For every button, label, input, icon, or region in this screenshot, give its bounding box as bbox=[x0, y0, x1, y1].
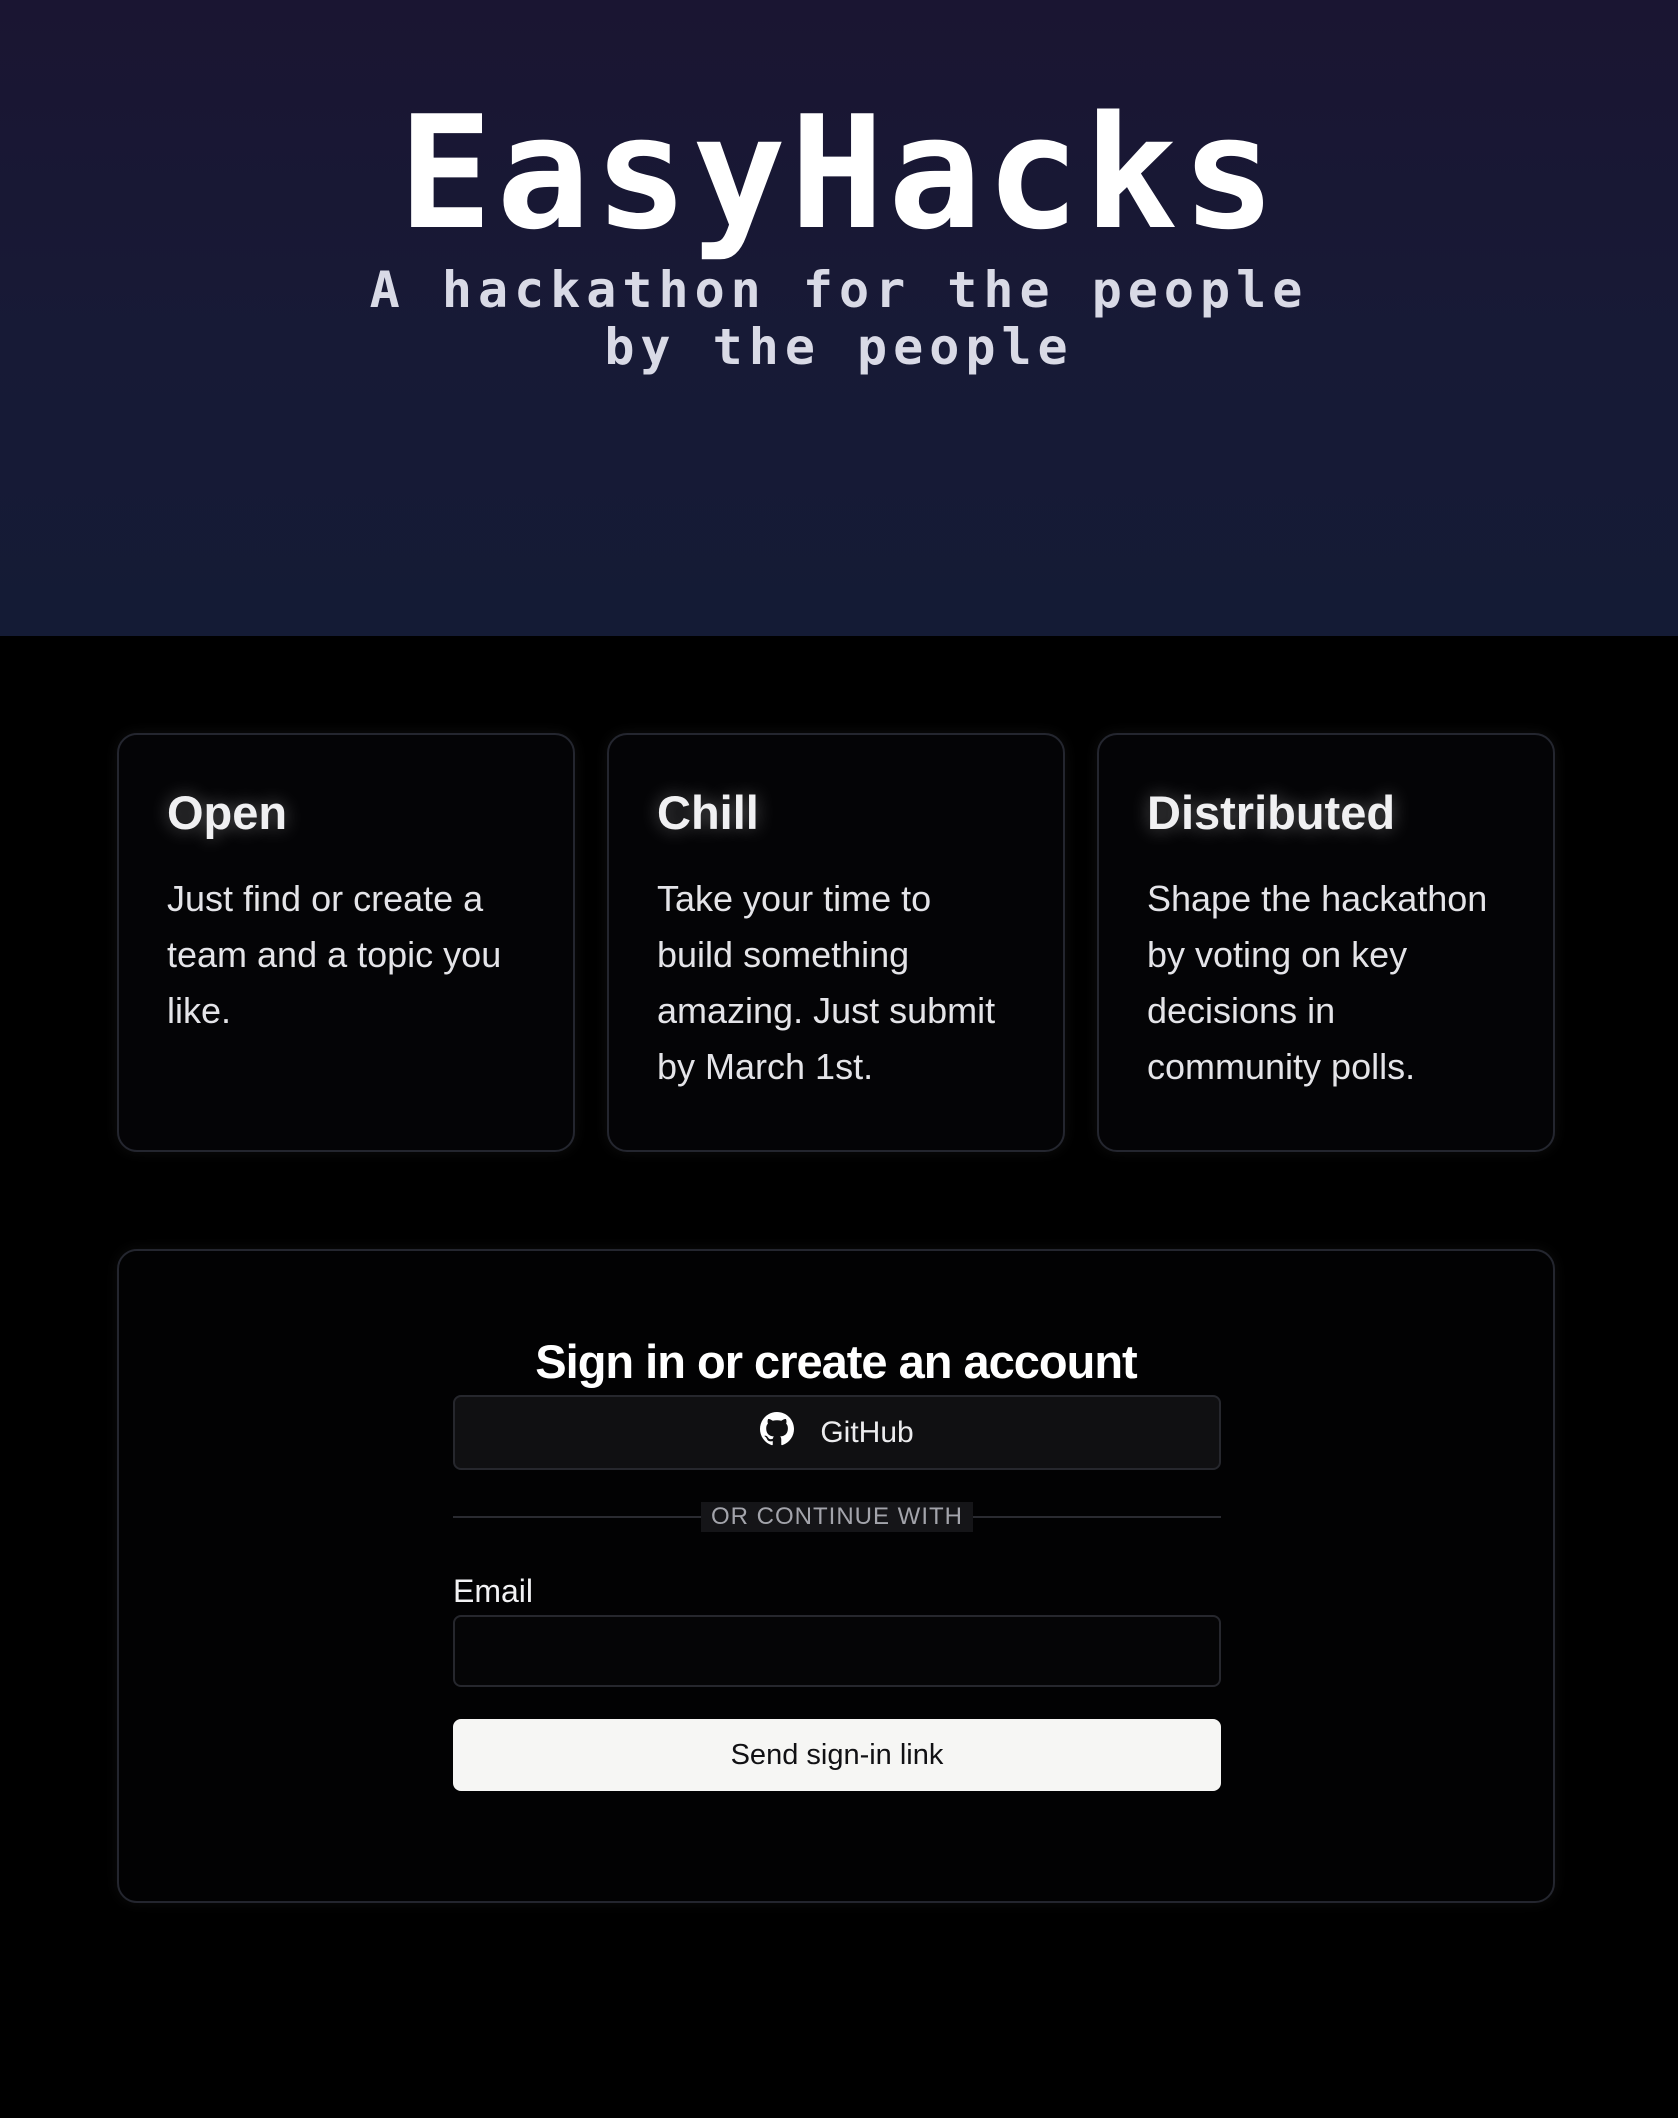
feature-card-text: Take your time to build something amazin… bbox=[657, 878, 996, 1087]
feature-card-text: Shape the hackathon by voting on key dec… bbox=[1147, 878, 1488, 1087]
send-signin-link-button[interactable]: Send sign-in link bbox=[453, 1719, 1221, 1791]
feature-card-chill: Chill Take your time to build something … bbox=[607, 733, 1065, 1152]
github-signin-button[interactable]: GitHub bbox=[453, 1395, 1221, 1470]
feature-card-title: Distributed bbox=[1147, 786, 1396, 839]
site-tagline: A hackathon for the people by the people bbox=[0, 262, 1678, 376]
github-button-label: GitHub bbox=[820, 1415, 914, 1449]
tagline-line-1: A hackathon for the people bbox=[369, 261, 1309, 319]
feature-card-title: Chill bbox=[657, 786, 759, 839]
feature-card-text: Just find or create a team and a topic y… bbox=[167, 878, 502, 1031]
tagline-line-2: by the people bbox=[604, 318, 1074, 376]
feature-card-open: Open Just find or create a team and a to… bbox=[117, 733, 575, 1152]
signin-title: Sign in or create an account bbox=[535, 1335, 1137, 1389]
or-divider: OR CONTINUE WITH bbox=[453, 1502, 1221, 1532]
feature-card-distributed: Distributed Shape the hackathon by votin… bbox=[1097, 733, 1555, 1152]
feature-card-title: Open bbox=[167, 786, 288, 839]
email-field[interactable] bbox=[453, 1615, 1221, 1687]
divider-label: OR CONTINUE WITH bbox=[701, 1502, 973, 1532]
email-label: Email bbox=[453, 1573, 534, 1609]
signin-panel: Sign in or create an account GitHub OR C… bbox=[117, 1249, 1555, 1903]
site-title: EasyHacks bbox=[398, 82, 1280, 264]
github-icon bbox=[760, 1411, 795, 1454]
hero-banner: EasyHacks A hackathon for the people by … bbox=[0, 0, 1678, 636]
